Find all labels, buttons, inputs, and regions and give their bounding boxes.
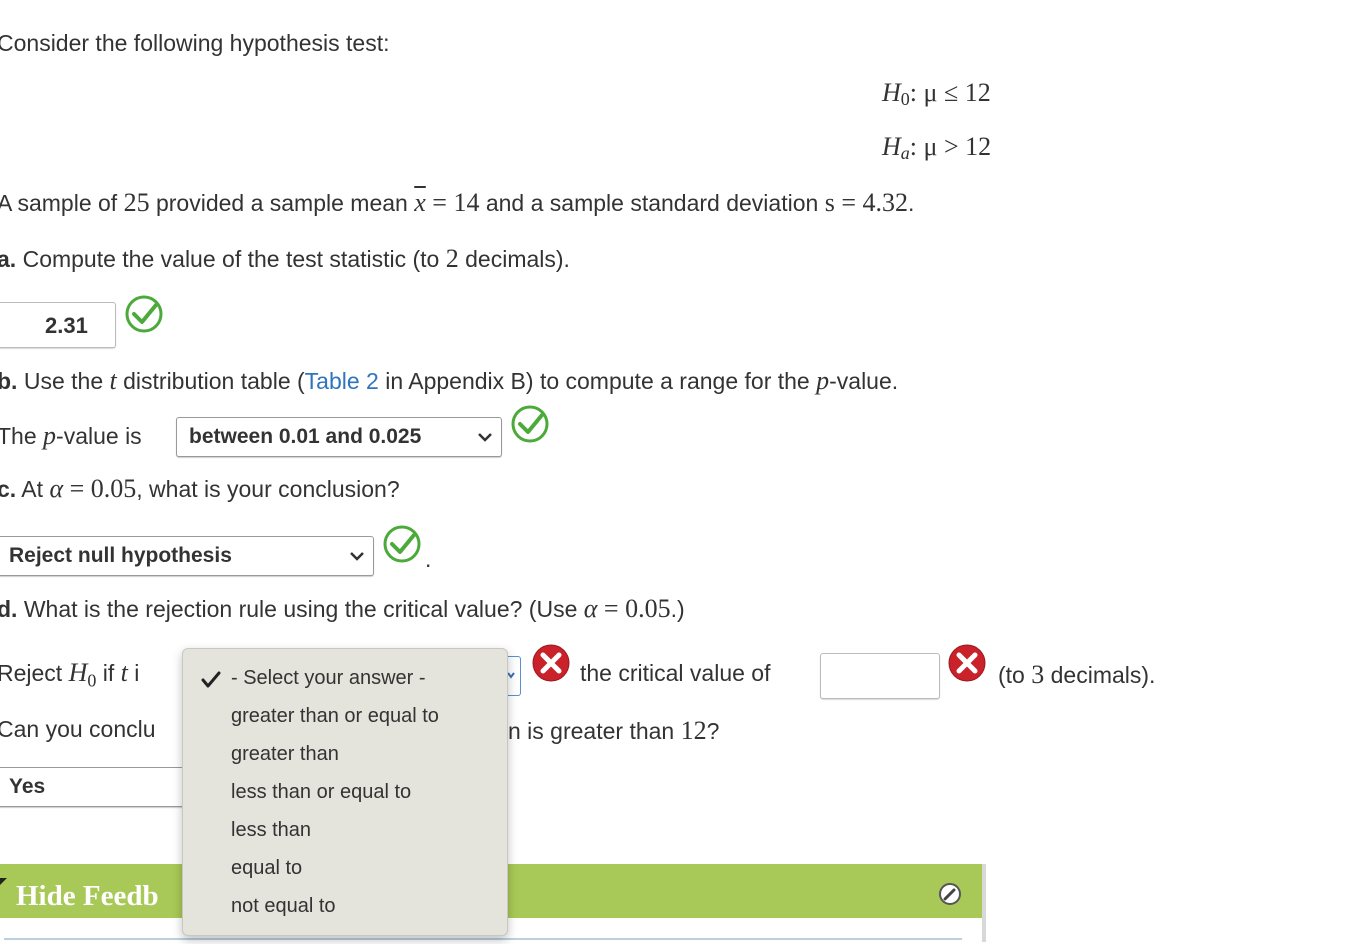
decimals-note: (to 3 decimals). [998,660,1156,689]
checkmark-icon [201,671,221,688]
p-value-label: The p-value is [0,421,142,450]
conclusion-period: . [425,546,432,572]
conclusion-select[interactable]: Reject null hypothesis [0,536,374,576]
collapse-triangle-icon[interactable] [0,878,7,885]
menu-option-not-equal-to[interactable]: not equal to [231,895,336,918]
menu-option-less-than-or-equal-to[interactable]: less than or equal to [231,781,411,804]
correct-check-icon [125,295,163,333]
rejection-rule-label: Reject H0 if t i [0,658,140,691]
part-e-question-end: n is greater than 12? [508,716,720,745]
correct-check-icon [511,405,549,443]
conclusion-selected: Reject null hypothesis [9,544,232,567]
menu-option-greater-than[interactable]: greater than [231,743,339,766]
null-hypothesis: H0: μ ≤ 12 [882,78,991,110]
intro-text: Consider the following hypothesis test: [0,30,390,56]
pencil-icon[interactable] [938,882,964,906]
hide-feedback-toggle[interactable]: Hide Feedb [16,880,159,913]
p-value-select[interactable]: between 0.01 and 0.025 [176,417,502,457]
menu-option-select-your-answer[interactable]: - Select your answer - [231,667,426,690]
critical-value-input[interactable] [820,653,940,699]
wrong-x-icon [948,644,986,682]
table-2-link[interactable]: Table 2 [305,368,379,394]
menu-option-greater-than-or-equal-to[interactable]: greater than or equal to [231,705,439,728]
part-c-question: c. At α = 0.05, what is your conclusion? [0,474,400,503]
test-statistic-value: 2.31 [45,313,88,338]
rejection-rule-dropdown-menu[interactable]: - Select your answer - greater than or e… [182,648,508,936]
part-b-question: b. Use the t distribution table (Table 2… [0,366,899,395]
correct-check-icon [383,525,421,563]
part-a-question: a. Compute the value of the test statist… [0,244,570,273]
wrong-x-icon [532,644,570,682]
feedback-content-edge [4,938,962,944]
alternative-hypothesis: Ha: μ > 12 [882,132,992,164]
conclude-selected: Yes [9,775,46,798]
test-statistic-input[interactable]: 2.31 [0,302,116,348]
chevron-down-icon [478,433,492,442]
part-d-question: d. What is the rejection rule using the … [0,594,685,623]
feedback-border [982,864,986,942]
menu-option-less-than[interactable]: less than [231,819,311,842]
menu-option-equal-to[interactable]: equal to [231,857,302,880]
critical-value-label: the critical value of [580,660,771,686]
p-value-selected: between 0.01 and 0.025 [189,425,422,448]
chevron-down-icon [350,552,364,561]
sample-description: A sample of 25 provided a sample mean x … [0,188,915,217]
part-e-question-start: Can you conclu [0,716,156,742]
